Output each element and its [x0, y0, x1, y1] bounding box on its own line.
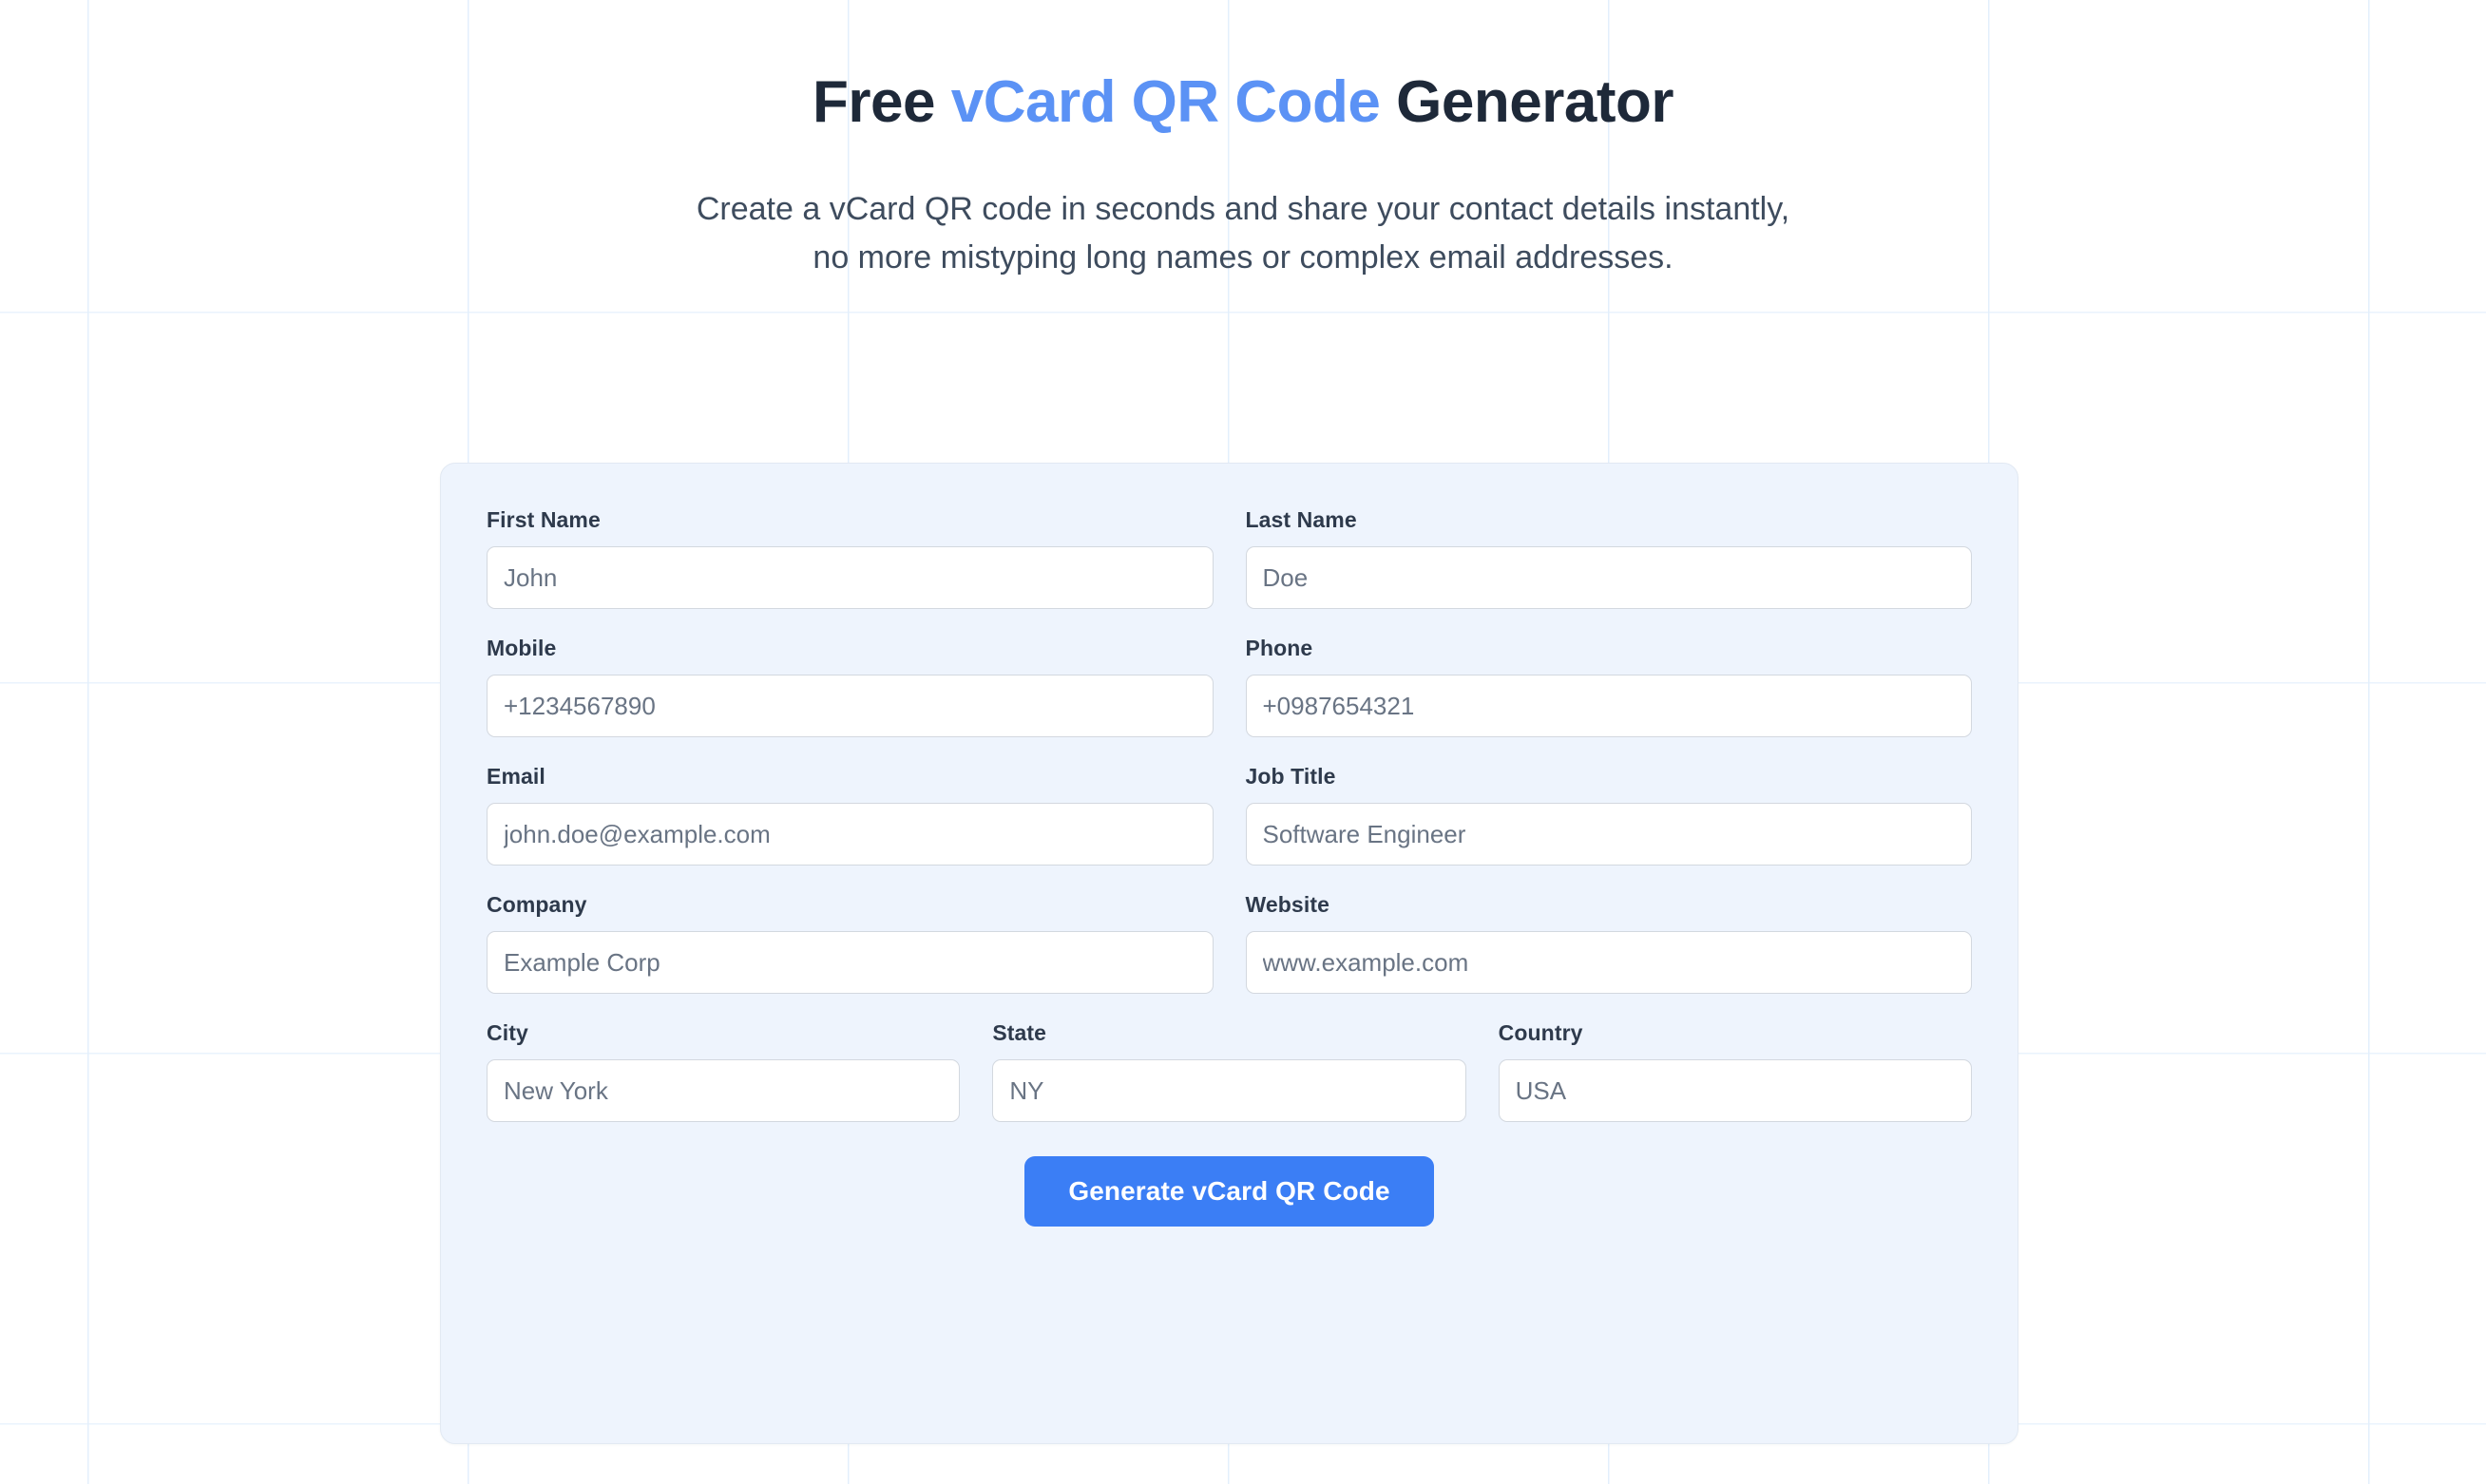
- field-row-phones: Mobile Phone: [487, 636, 1972, 737]
- first-name-input[interactable]: [487, 546, 1214, 609]
- email-label: Email: [487, 764, 545, 789]
- field-group-email: Email: [487, 764, 1214, 866]
- field-group-company: Company: [487, 892, 1214, 994]
- field-group-mobile: Mobile: [487, 636, 1214, 737]
- page-subtitle-line-1: Create a vCard QR code in seconds and sh…: [696, 191, 1790, 228]
- state-input[interactable]: [992, 1059, 1466, 1122]
- field-row-name: First Name Last Name: [487, 507, 1972, 609]
- field-group-state: State: [992, 1020, 1466, 1122]
- vcard-form-card: First Name Last Name Mobile Phone Email: [440, 463, 2018, 1444]
- field-group-job-title: Job Title: [1245, 764, 1972, 866]
- first-name-label: First Name: [487, 507, 601, 532]
- field-row-location: City State Country: [487, 1020, 1972, 1122]
- email-input[interactable]: [487, 803, 1214, 866]
- submit-row: Generate vCard QR Code: [487, 1156, 1972, 1227]
- last-name-input[interactable]: [1245, 546, 1972, 609]
- company-input[interactable]: [487, 931, 1214, 994]
- hero-section: Free vCard QR Code Generator Create a vC…: [0, 0, 2486, 281]
- company-label: Company: [487, 892, 587, 917]
- field-row-company-website: Company Website: [487, 892, 1972, 994]
- page-title-part2: Generator: [1380, 69, 1673, 135]
- phone-label: Phone: [1245, 636, 1313, 660]
- job-title-input[interactable]: [1245, 803, 1972, 866]
- website-input[interactable]: [1245, 931, 1972, 994]
- page-title-part1: Free: [813, 69, 951, 135]
- field-group-first-name: First Name: [487, 507, 1214, 609]
- page-subtitle-line-2: no more mistyping long names or complex …: [813, 238, 1673, 276]
- city-input[interactable]: [487, 1059, 961, 1122]
- page-subtitle: Create a vCard QR code in seconds and sh…: [0, 185, 2486, 281]
- website-label: Website: [1245, 892, 1329, 917]
- field-group-last-name: Last Name: [1245, 507, 1972, 609]
- field-group-website: Website: [1245, 892, 1972, 994]
- field-row-email-job: Email Job Title: [487, 764, 1972, 866]
- country-label: Country: [1498, 1020, 1583, 1045]
- last-name-label: Last Name: [1245, 507, 1357, 532]
- generate-vcard-qr-code-button[interactable]: Generate vCard QR Code: [1024, 1156, 1434, 1227]
- page-root: Free vCard QR Code Generator Create a vC…: [0, 0, 2486, 1484]
- field-group-phone: Phone: [1245, 636, 1972, 737]
- country-input[interactable]: [1498, 1059, 1972, 1122]
- field-group-country: Country: [1498, 1020, 1972, 1122]
- phone-input[interactable]: [1245, 675, 1972, 737]
- city-label: City: [487, 1020, 528, 1045]
- job-title-label: Job Title: [1245, 764, 1336, 789]
- page-title-accent: vCard QR Code: [950, 69, 1381, 135]
- page-title: Free vCard QR Code Generator: [0, 68, 2486, 136]
- state-label: State: [992, 1020, 1047, 1045]
- field-group-city: City: [487, 1020, 961, 1122]
- mobile-input[interactable]: [487, 675, 1214, 737]
- mobile-label: Mobile: [487, 636, 557, 660]
